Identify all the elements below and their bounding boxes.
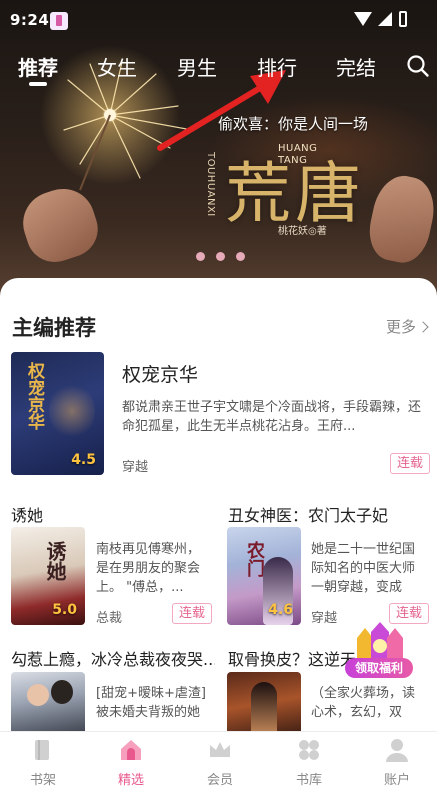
- book-cover[interactable]: 诱她 5.0: [11, 527, 85, 625]
- tab-finished[interactable]: 完结: [336, 52, 376, 81]
- book-status: 连载: [389, 603, 430, 624]
- cell-signal-icon: [378, 12, 392, 26]
- status-time: 9:24: [10, 11, 50, 29]
- pagination-dot[interactable]: [216, 252, 225, 261]
- cover-figure: [27, 684, 49, 706]
- nav-membership[interactable]: 会员: [190, 737, 250, 788]
- pagination-dot[interactable]: [196, 252, 205, 261]
- nav-library[interactable]: 书库: [279, 737, 339, 788]
- section-title: 主编推荐: [12, 316, 96, 340]
- featured-book-cover[interactable]: 权宠京华 4.5: [11, 352, 104, 475]
- home-icon: [121, 740, 141, 760]
- library-icon: [299, 740, 319, 760]
- cover-decoration: [49, 382, 95, 440]
- welfare-badge[interactable]: 领取福利: [343, 622, 417, 684]
- book-cover[interactable]: 农门 4.6: [227, 527, 301, 625]
- book-genre: 总裁: [96, 611, 123, 626]
- book-cover[interactable]: [227, 672, 301, 738]
- chevron-right-icon: [417, 321, 429, 333]
- book-cover[interactable]: [11, 672, 85, 738]
- book-rating: 4.6: [268, 602, 293, 618]
- tab-female[interactable]: 女生: [97, 52, 137, 81]
- book-rating: 5.0: [52, 602, 77, 618]
- banner-subtitle: 偷欢喜：你是人间一场: [218, 115, 369, 133]
- cover-title-art: 农门: [244, 541, 265, 577]
- top-tab-bar: 推荐 女生 男生 排行 完结: [0, 48, 437, 88]
- bookshelf-icon: [35, 740, 49, 760]
- nav-label: 账户: [383, 773, 410, 788]
- nav-featured[interactable]: 精选: [101, 737, 161, 788]
- notification-app-icon: [50, 12, 68, 30]
- cover-figure: [51, 680, 73, 704]
- pagination-dot[interactable]: [236, 252, 245, 261]
- book-rating: 4.5: [71, 452, 96, 468]
- nav-bookshelf[interactable]: 书架: [13, 737, 73, 788]
- featured-book-title[interactable]: 权宠京华: [122, 360, 198, 387]
- active-tab-indicator: [29, 82, 47, 86]
- banner-author: 桃花妖◎著: [278, 226, 327, 237]
- hero-banner[interactable]: 9:24 推荐 女生 男生 排行 完结 偷欢喜：你是人间一场 TOUHUANXI…: [0, 0, 437, 300]
- tab-recommend[interactable]: 推荐: [18, 52, 58, 81]
- book-status: 连载: [172, 603, 213, 624]
- nav-account[interactable]: 账户: [367, 737, 427, 788]
- featured-book-genre: 穿越: [122, 460, 149, 475]
- bottom-nav: 书架 精选 会员 书库 账户: [0, 731, 437, 788]
- book-description: 她是二十一世纪国际知名的中医大师一朝穿越，变成了...: [311, 542, 416, 595]
- cover-title-art: 诱她: [43, 541, 67, 581]
- welfare-label: 领取福利: [345, 658, 413, 678]
- banner-pinyin-vertical: TOUHUANXI: [205, 152, 216, 217]
- featured-book-status: 连载: [390, 453, 431, 474]
- book-description: （全家火葬场，读心术，玄幻，双洁，打脸爽文）云...: [311, 686, 416, 720]
- nav-label: 书库: [295, 773, 322, 788]
- book-description: 南枝再见傅寒州，是在男朋友的聚会上。 "傅总，...: [96, 542, 201, 595]
- book-title[interactable]: 丑女神医：农门太子妃: [228, 502, 388, 526]
- more-label: 更多: [386, 318, 417, 336]
- crown-icon: [210, 742, 230, 757]
- book-title[interactable]: 勾惹上瘾，冰冷总裁夜夜哭...: [11, 646, 215, 670]
- battery-icon: [399, 11, 407, 27]
- cover-title-art: 权宠京华: [24, 362, 44, 430]
- search-icon[interactable]: [406, 54, 430, 78]
- book-title[interactable]: 诱她: [11, 502, 43, 526]
- banner-hand-right: [363, 170, 437, 268]
- nav-label: 书架: [29, 773, 56, 788]
- nav-label: 精选: [117, 773, 144, 788]
- featured-book-description: 都说肃亲王世子宇文啸是个冷面战将，手段霸辣，还命犯孤星，此生无半点桃花沾身。王府…: [122, 400, 422, 434]
- wifi-icon: [354, 12, 372, 26]
- book-genre: 穿越: [311, 611, 338, 626]
- status-bar: 9:24: [0, 0, 437, 40]
- book-description: [甜宠+暧昧+虐渣]被未婚夫背叛的她半夜敲响了传闻中...: [96, 686, 206, 720]
- tab-male[interactable]: 男生: [177, 52, 217, 81]
- user-icon: [386, 739, 408, 762]
- banner-pinyin: HUANG TANG: [278, 143, 318, 166]
- tab-ranking[interactable]: 排行: [257, 52, 297, 81]
- gift-castle-icon: [357, 622, 403, 662]
- nav-label: 会员: [206, 773, 233, 788]
- more-link[interactable]: 更多: [386, 316, 429, 337]
- cover-figure: [251, 682, 277, 736]
